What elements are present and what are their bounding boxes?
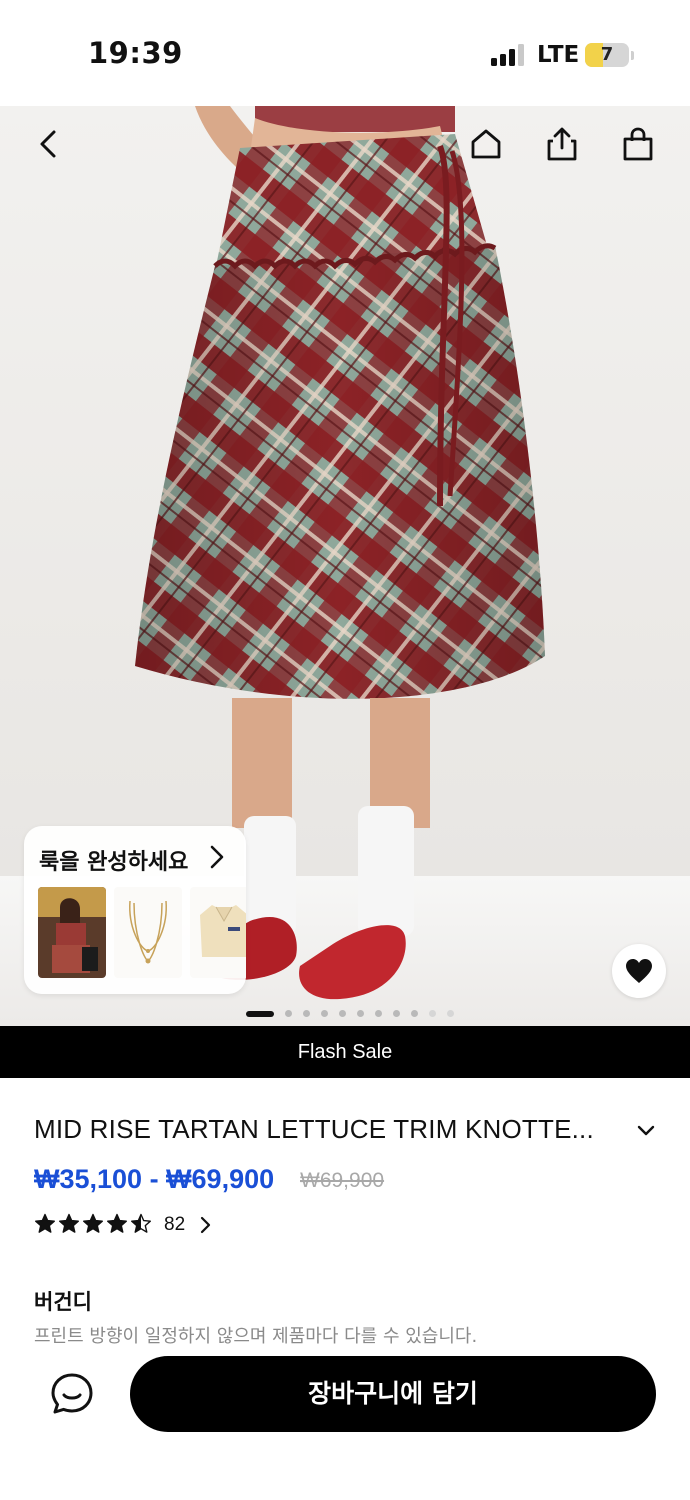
chevron-right-icon [210, 845, 224, 869]
star-icon [59, 1213, 79, 1233]
star-icon [131, 1213, 151, 1233]
selected-color: 버건디 [34, 1290, 92, 1314]
look-thumbnail-sweater[interactable] [190, 887, 246, 978]
home-icon[interactable] [466, 124, 506, 164]
back-icon[interactable] [30, 124, 70, 164]
product-title: MID RISE TARTAN LETTUCE TRIM KNOTTE... [34, 1114, 594, 1144]
flash-sale-banner[interactable]: Flash Sale [0, 1026, 690, 1078]
star-icon [83, 1213, 103, 1233]
pagination-dot-active [246, 1011, 274, 1017]
original-price: ₩69,900 [300, 1169, 385, 1192]
pagination-dot [321, 1010, 328, 1017]
add-to-cart-button[interactable]: 장바구니에 담기 [130, 1356, 656, 1432]
look-thumbnail-outfit[interactable] [38, 887, 106, 978]
pagination-dot [411, 1010, 418, 1017]
chat-icon[interactable] [48, 1370, 96, 1418]
look-thumbnail-necklace[interactable] [114, 887, 182, 978]
look-card-title: 룩을 완성하세요 [39, 850, 189, 875]
pagination-dot [447, 1010, 454, 1017]
signal-icon [491, 44, 525, 66]
chevron-down-icon[interactable] [634, 1118, 658, 1142]
battery-icon: 7 [585, 43, 629, 67]
chevron-right-icon[interactable] [199, 1215, 213, 1235]
review-count[interactable]: 82 [164, 1214, 185, 1236]
pagination-dot [375, 1010, 382, 1017]
star-icon [35, 1213, 55, 1233]
battery-level: 7 [600, 44, 614, 65]
pagination-dot [429, 1010, 436, 1017]
shopping-bag-icon[interactable] [618, 124, 658, 164]
status-bar: 19:39 LTE 7 [0, 0, 690, 106]
pagination-dot [357, 1010, 364, 1017]
heart-icon [626, 959, 652, 983]
pagination-dot [285, 1010, 292, 1017]
network-type: LTE [537, 42, 580, 68]
pagination-dot [393, 1010, 400, 1017]
pagination-dot [339, 1010, 346, 1017]
rating-stars[interactable] [34, 1213, 152, 1237]
status-time: 19:39 [88, 36, 183, 70]
print-notice: 프린트 방향이 일정하지 않으며 제품마다 다를 수 있습니다. [34, 1326, 478, 1347]
battery-cap [631, 51, 634, 60]
share-icon[interactable] [542, 124, 582, 164]
product-image-gallery[interactable]: 룩을 완성하세요 [0, 106, 690, 1026]
wishlist-button[interactable] [612, 944, 666, 998]
gallery-pagination [0, 1008, 690, 1018]
star-icon [107, 1213, 127, 1233]
complete-the-look-card[interactable]: 룩을 완성하세요 [24, 826, 246, 994]
pagination-dot [303, 1010, 310, 1017]
price-range: ₩35,100 - ₩69,900 [34, 1164, 275, 1194]
